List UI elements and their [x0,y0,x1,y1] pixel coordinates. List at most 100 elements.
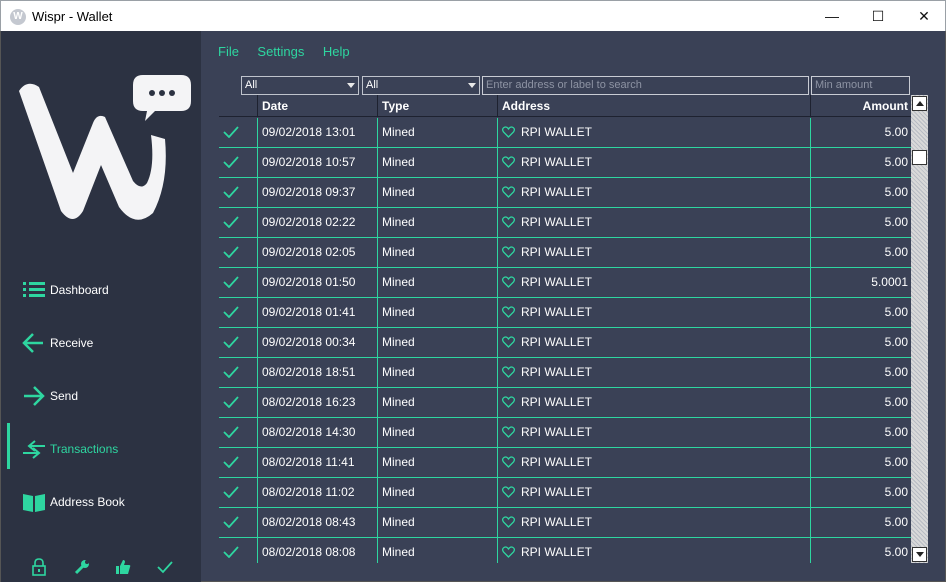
type-cell: Mined [377,388,497,417]
type-cell: Mined [377,328,497,357]
menu-settings[interactable]: Settings [257,44,304,59]
nav-send-label: Send [50,389,79,403]
nav-address-book[interactable]: Address Book [1,482,202,522]
menu-help[interactable]: Help [323,44,350,59]
type-cell: Mined [377,148,497,177]
heart-icon [502,426,515,438]
thumbs-up-icon[interactable] [114,558,132,576]
table-row[interactable]: 09/02/2018 02:05 Mined RPI WALLET 5.00 [219,238,911,268]
date-filter-select[interactable]: All [241,76,359,95]
amount-cell: 5.00 [810,148,911,177]
date-cell: 08/02/2018 08:08 [257,538,377,563]
table-row[interactable]: 08/02/2018 11:41 Mined RPI WALLET 5.00 [219,448,911,478]
type-filter-value: All [366,79,379,91]
type-column-header[interactable]: Type [377,95,497,117]
status-cell [219,388,257,417]
app-icon: W [10,9,26,25]
menu-file[interactable]: File [218,44,239,59]
nav-receive[interactable]: Receive [1,323,202,363]
close-button[interactable]: ✕ [901,1,946,31]
date-cell: 09/02/2018 00:34 [257,328,377,357]
table-row[interactable]: 09/02/2018 01:50 Mined RPI WALLET 5.0001 [219,268,911,298]
address-cell: RPI WALLET [497,268,810,297]
address-cell: RPI WALLET [497,178,810,207]
heart-icon [502,306,515,318]
address-label: RPI WALLET [521,425,592,439]
lock-icon[interactable] [30,558,48,576]
table-row[interactable]: 08/02/2018 08:43 Mined RPI WALLET 5.00 [219,508,911,538]
confirmed-check-icon [223,306,239,318]
heart-icon [502,156,515,168]
transactions-table: Date Type Address Amount 09/02/2018 13:0… [219,95,911,563]
confirmed-check-icon [223,546,239,558]
amount-cell: 5.00 [810,478,911,507]
status-cell [219,328,257,357]
arrow-left-icon [22,333,43,353]
address-column-header[interactable]: Address [497,95,810,117]
confirmed-check-icon [223,156,239,168]
address-label: RPI WALLET [521,305,592,319]
confirmed-check-icon [223,276,239,288]
table-scrollbar[interactable] [911,95,928,563]
confirmed-check-icon [223,366,239,378]
min-amount-input[interactable]: Min amount [811,76,910,95]
confirmed-check-icon [223,186,239,198]
heart-icon [502,486,515,498]
scroll-up-button[interactable] [912,96,927,111]
table-row[interactable]: 08/02/2018 14:30 Mined RPI WALLET 5.00 [219,418,911,448]
date-cell: 08/02/2018 18:51 [257,358,377,387]
table-row[interactable]: 08/02/2018 18:51 Mined RPI WALLET 5.00 [219,358,911,388]
date-cell: 09/02/2018 10:57 [257,148,377,177]
check-icon[interactable] [156,558,174,576]
status-cell [219,508,257,537]
minimize-button[interactable]: — [809,1,855,31]
maximize-button[interactable]: ☐ [855,1,901,31]
date-cell: 08/02/2018 16:23 [257,388,377,417]
table-row[interactable]: 09/02/2018 00:34 Mined RPI WALLET 5.00 [219,328,911,358]
address-cell: RPI WALLET [497,478,810,507]
wrench-icon[interactable] [73,558,91,576]
heart-icon [502,276,515,288]
table-row[interactable]: 09/02/2018 09:37 Mined RPI WALLET 5.00 [219,178,911,208]
status-column-header[interactable] [219,95,257,117]
confirmed-check-icon [223,336,239,348]
address-label: RPI WALLET [521,125,592,139]
confirmed-check-icon [223,396,239,408]
table-row[interactable]: 09/02/2018 10:57 Mined RPI WALLET 5.00 [219,148,911,178]
table-row[interactable]: 08/02/2018 16:23 Mined RPI WALLET 5.00 [219,388,911,418]
status-cell [219,118,257,147]
status-cell [219,208,257,237]
book-icon [23,494,45,512]
scroll-thumb[interactable] [912,150,927,165]
table-row[interactable]: 09/02/2018 13:01 Mined RPI WALLET 5.00 [219,118,911,148]
table-row[interactable]: 08/02/2018 11:02 Mined RPI WALLET 5.00 [219,478,911,508]
date-cell: 09/02/2018 13:01 [257,118,377,147]
address-cell: RPI WALLET [497,358,810,387]
nav-send[interactable]: Send [1,376,202,416]
nav-transactions[interactable]: Transactions [1,423,202,469]
type-cell: Mined [377,268,497,297]
amount-column-header[interactable]: Amount [810,95,911,117]
address-label: RPI WALLET [521,485,592,499]
date-cell: 09/02/2018 01:41 [257,298,377,327]
address-label: RPI WALLET [521,155,592,169]
search-input[interactable]: Enter address or label to search [482,76,809,95]
table-row[interactable]: 09/02/2018 02:22 Mined RPI WALLET 5.00 [219,208,911,238]
date-cell: 08/02/2018 08:43 [257,508,377,537]
nav-dashboard[interactable]: Dashboard [1,270,202,310]
address-label: RPI WALLET [521,275,592,289]
heart-icon [502,336,515,348]
table-row[interactable]: 09/02/2018 01:41 Mined RPI WALLET 5.00 [219,298,911,328]
scroll-down-button[interactable] [912,547,927,562]
heart-icon [502,516,515,528]
table-row[interactable]: 08/02/2018 08:08 Mined RPI WALLET 5.00 [219,538,911,563]
status-cell [219,178,257,207]
type-cell: Mined [377,238,497,267]
confirmed-check-icon [223,216,239,228]
nav-address-book-label: Address Book [50,495,125,509]
type-filter-select[interactable]: All [362,76,480,95]
date-column-header[interactable]: Date [257,95,377,117]
amount-cell: 5.00 [810,238,911,267]
title-bar: W Wispr - Wallet — ☐ ✕ [0,0,946,31]
address-label: RPI WALLET [521,395,592,409]
